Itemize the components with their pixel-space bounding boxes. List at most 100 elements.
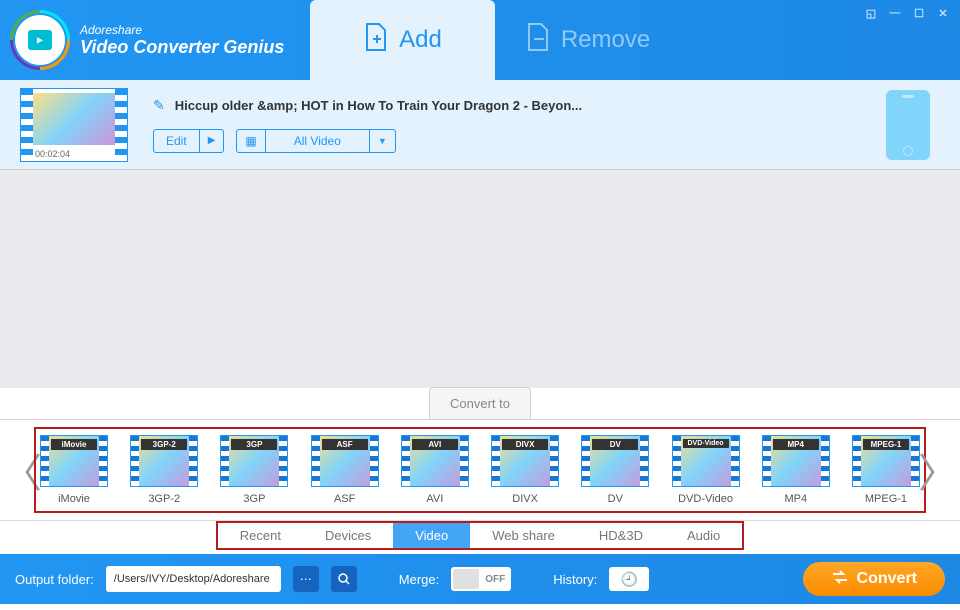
format-thumb: iMovie (40, 435, 108, 487)
convert-to-tab[interactable]: Convert to (429, 387, 531, 419)
category-tab-devices[interactable]: Devices (303, 523, 393, 548)
video-duration: 00:02:04 (35, 149, 70, 159)
clock-icon: 🕘 (621, 571, 638, 588)
merge-label: Merge: (399, 572, 439, 587)
chevron-down-icon: ▼ (369, 130, 395, 152)
format-thumb: DVD-Video (672, 435, 740, 487)
format-label: ASF (334, 493, 355, 505)
header-tabs: Add Remove (310, 0, 680, 80)
format-item-3gp[interactable]: 3GP 3GP (220, 435, 288, 505)
remove-file-icon (525, 22, 551, 59)
format-badge: MPEG-1 (863, 439, 909, 450)
logo-area: Adoreshare Video Converter Genius (0, 15, 310, 65)
brand-text: Adoreshare Video Converter Genius (80, 23, 284, 58)
device-preview[interactable] (886, 90, 930, 160)
add-button[interactable]: Add (310, 0, 495, 80)
remove-button[interactable]: Remove (495, 0, 680, 80)
category-tab-webshare[interactable]: Web share (470, 523, 577, 548)
format-label: DV (608, 493, 623, 505)
format-thumb: MPEG-1 (852, 435, 920, 487)
format-thumb: DV (581, 435, 649, 487)
format-badge: DIVX (502, 439, 548, 450)
format-thumb: 3GP-2 (130, 435, 198, 487)
add-file-icon (363, 22, 389, 59)
category-tabs-wrap: RecentDevicesVideoWeb shareHD&3DAudio (0, 520, 960, 550)
convert-button[interactable]: Convert (803, 562, 945, 596)
close-icon[interactable]: ✕ (936, 6, 950, 20)
prev-arrow-icon[interactable]: 〈 (10, 430, 34, 510)
footer-bar: Output folder: /Users/IVY/Desktop/Adores… (0, 554, 960, 604)
convert-icon (831, 570, 849, 589)
format-thumb: 3GP (220, 435, 288, 487)
play-icon[interactable]: ▶ (199, 130, 224, 152)
history-button[interactable]: 🕘 (609, 567, 649, 591)
format-label: MPEG-1 (865, 493, 907, 505)
file-row[interactable]: 00:02:04 ✎ Hiccup older &amp; HOT in How… (0, 80, 960, 170)
dropdown-label: All Video (266, 130, 369, 152)
format-label: iMovie (58, 493, 90, 505)
format-thumb: MP4 (762, 435, 830, 487)
merge-state: OFF (485, 574, 505, 585)
output-path-input[interactable]: /Users/IVY/Desktop/Adoreshare (106, 566, 281, 592)
video-thumbnail[interactable]: 00:02:04 (20, 88, 128, 162)
film-icon: ▦ (237, 130, 265, 152)
format-item-mpeg-1[interactable]: MPEG-1 MPEG-1 (852, 435, 920, 505)
format-item-mp4[interactable]: MP4 MP4 (762, 435, 830, 505)
format-badge: ASF (322, 439, 368, 450)
browse-button[interactable]: ⋯ (293, 566, 319, 592)
app-logo-icon (15, 15, 65, 65)
format-thumb: DIVX (491, 435, 559, 487)
convert-to-tab-wrap: Convert to (0, 387, 960, 419)
format-item-divx[interactable]: DIVX DIVX (491, 435, 559, 505)
format-item-dvd-video[interactable]: DVD-Video DVD-Video (672, 435, 740, 505)
format-thumb: AVI (401, 435, 469, 487)
brand-product: Video Converter Genius (80, 37, 284, 58)
file-info: ✎ Hiccup older &amp; HOT in How To Train… (153, 97, 886, 153)
window-controls: ◱ — ☐ ✕ (864, 6, 950, 20)
category-tab-audio[interactable]: Audio (665, 523, 742, 548)
file-title: Hiccup older &amp; HOT in How To Train Y… (175, 98, 582, 113)
format-item-dv[interactable]: DV DV (581, 435, 649, 505)
format-badge: DVD-Video (683, 439, 729, 448)
add-label: Add (399, 26, 442, 54)
format-strip: iMovieiMovie3GP-23GP-23GP3GPASFASFAVIAVI… (34, 427, 926, 513)
feedback-icon[interactable]: ◱ (864, 6, 878, 20)
format-label: DVD-Video (678, 493, 733, 505)
output-folder-label: Output folder: (15, 572, 94, 587)
format-label: MP4 (784, 493, 807, 505)
minimize-icon[interactable]: — (888, 6, 902, 20)
open-folder-button[interactable] (331, 566, 357, 592)
format-label: 3GP (243, 493, 265, 505)
format-label: DIVX (512, 493, 538, 505)
format-thumb: ASF (311, 435, 379, 487)
content-area: 00:02:04 ✎ Hiccup older &amp; HOT in How… (0, 80, 960, 388)
maximize-icon[interactable]: ☐ (912, 6, 926, 20)
segment-dropdown[interactable]: ▦ All Video ▼ (236, 129, 395, 153)
edit-button[interactable]: Edit ▶ (153, 129, 224, 153)
format-item-avi[interactable]: AVI AVI (401, 435, 469, 505)
format-section: 〈 iMovieiMovie3GP-23GP-23GP3GPASFASFAVIA… (0, 419, 960, 554)
category-tab-recent[interactable]: Recent (218, 523, 303, 548)
format-badge: DV (592, 439, 638, 450)
convert-label: Convert (857, 570, 917, 588)
history-label: History: (553, 572, 597, 587)
format-badge: iMovie (51, 439, 97, 450)
format-badge: AVI (412, 439, 458, 450)
category-tab-hd3d[interactable]: HD&3D (577, 523, 665, 548)
format-label: AVI (426, 493, 443, 505)
edit-label: Edit (154, 130, 199, 152)
format-item-imovie[interactable]: iMovie iMovie (40, 435, 108, 505)
format-badge: MP4 (773, 439, 819, 450)
format-label: 3GP-2 (148, 493, 180, 505)
merge-toggle[interactable]: OFF (451, 567, 511, 591)
brand-name: Adoreshare (80, 23, 284, 37)
format-item-asf[interactable]: ASF ASF (311, 435, 379, 505)
app-header: Adoreshare Video Converter Genius Add Re… (0, 0, 960, 80)
category-tabs: RecentDevicesVideoWeb shareHD&3DAudio (216, 521, 744, 550)
format-badge: 3GP-2 (141, 439, 187, 450)
next-arrow-icon[interactable]: 〉 (926, 430, 950, 510)
format-item-3gp-2[interactable]: 3GP-2 3GP-2 (130, 435, 198, 505)
category-tab-video[interactable]: Video (393, 523, 470, 548)
pencil-icon[interactable]: ✎ (153, 97, 165, 114)
format-badge: 3GP (231, 439, 277, 450)
